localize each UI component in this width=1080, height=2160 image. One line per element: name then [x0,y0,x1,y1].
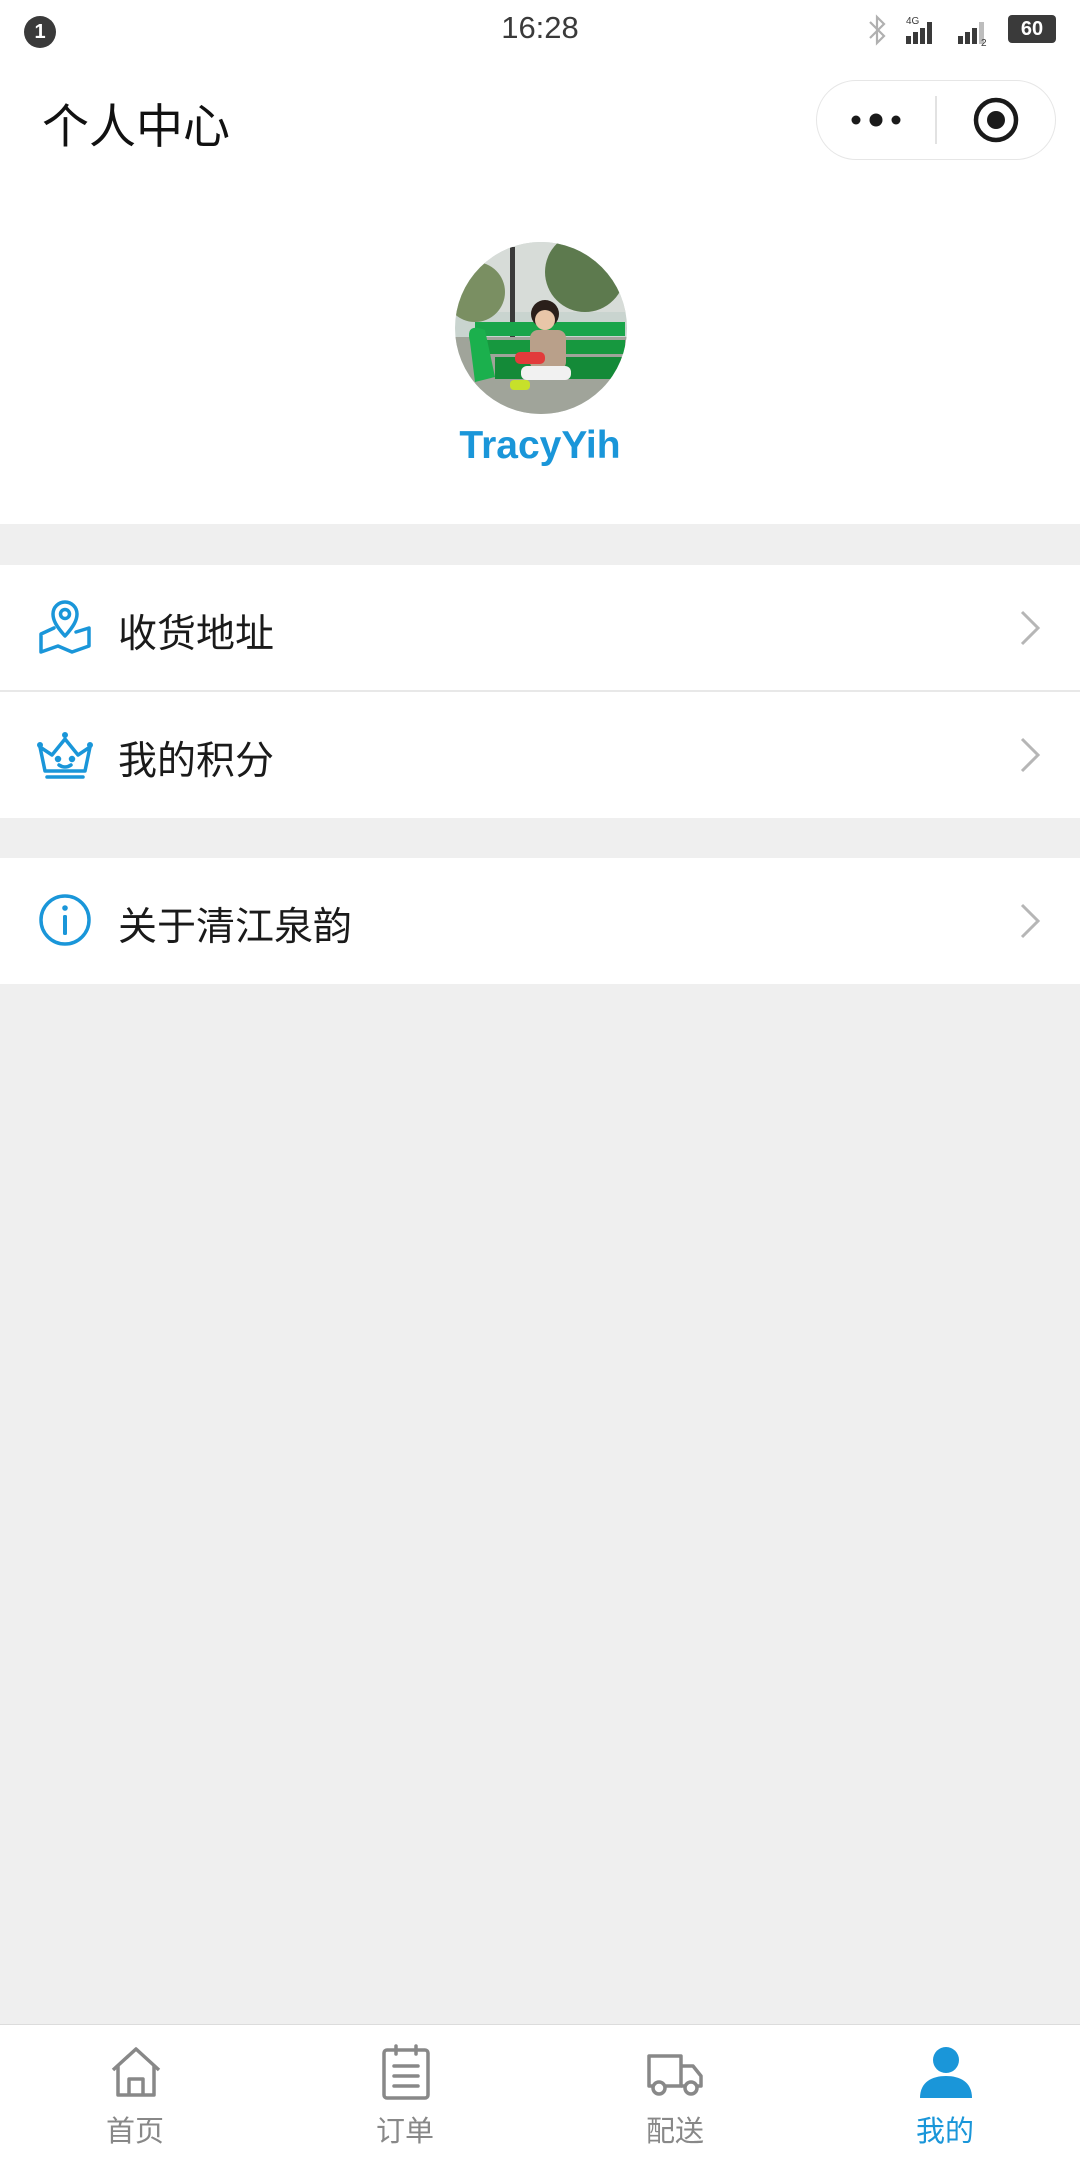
status-time: 16:28 [501,10,579,45]
tab-delivery[interactable]: 配送 [540,2036,810,2160]
user-avatar[interactable] [455,242,627,414]
bluetooth-icon [869,14,886,46]
username: TracyYih [459,424,621,467]
notification-badge: 1 [24,16,56,48]
tab-orders[interactable]: 订单 [270,2036,540,2160]
chevron-right-icon [1020,903,1041,939]
crown-icon [37,732,93,779]
capsule-divider [935,96,937,144]
tab-label-delivery: 配送 [645,2114,704,2148]
location-map-icon [39,600,91,654]
order-list-icon [382,2044,430,2100]
info-icon [39,894,91,946]
target-circle-icon[interactable] [972,96,1020,144]
page-title: 个人中心 [42,100,230,155]
menu-label-points: 我的积分 [118,739,275,784]
menu-label-about: 关于清江泉韵 [118,905,353,950]
user-icon [920,2047,972,2098]
more-dots-icon[interactable] [846,104,906,136]
tab-label-home: 首页 [105,2114,164,2148]
avatar-photo [455,242,627,414]
tab-label-mine: 我的 [915,2114,974,2148]
battery-indicator: 60 [1008,15,1056,43]
tab-home[interactable]: 首页 [0,2036,270,2160]
chevron-right-icon [1020,737,1041,773]
chevron-right-icon [1020,610,1041,646]
home-icon [111,2047,161,2097]
menu-label-address: 收货地址 [118,612,275,657]
tab-mine[interactable]: 我的 [810,2036,1080,2160]
sim-label: 2 [981,38,987,48]
network-label: 4G [906,16,920,27]
truck-icon [647,2054,703,2096]
tab-label-orders: 订单 [375,2114,434,2148]
